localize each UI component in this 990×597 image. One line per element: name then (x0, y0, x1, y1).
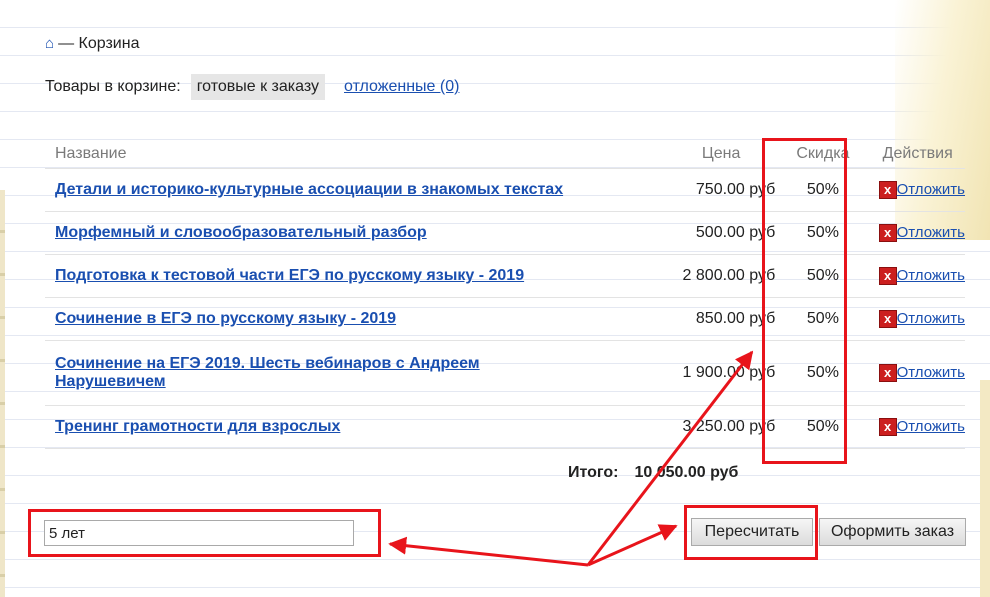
arrow-to-promo (388, 536, 589, 567)
arrow-to-discount (586, 350, 754, 566)
annotation-arrows (388, 350, 754, 567)
